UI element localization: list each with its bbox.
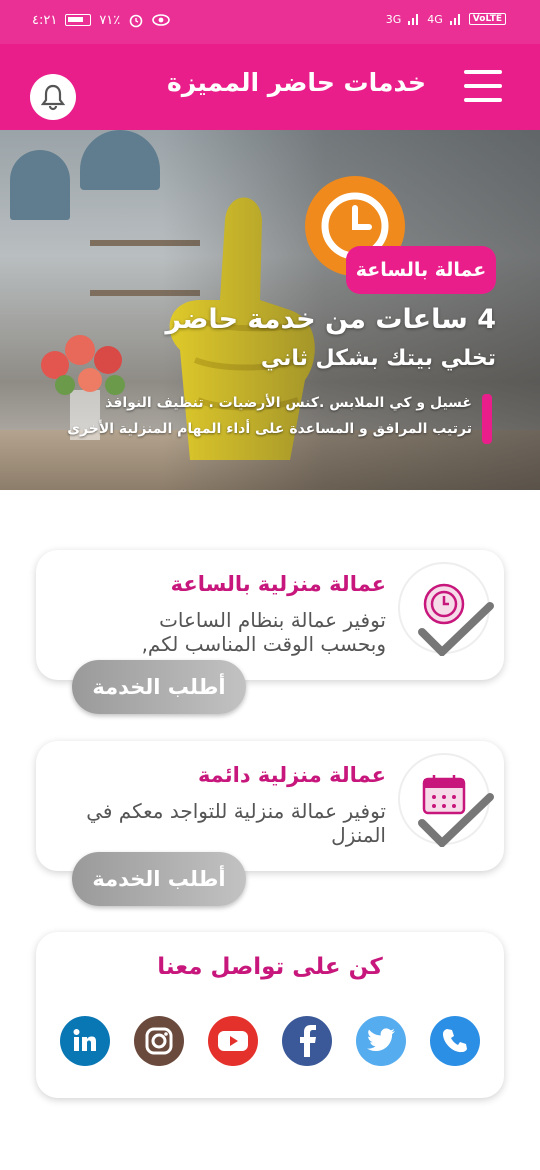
check-icon <box>418 793 494 847</box>
hero-list-line: ترتيب المرافق و المساعدة على أداء المهام… <box>67 421 472 437</box>
battery-percent: ٧١٪ <box>99 12 121 28</box>
app-bar: خدمات حاضر المميزة <box>0 44 540 130</box>
status-left: ٤:٢١ ٧١٪ <box>32 12 171 28</box>
service-description: توفير عمالة منزلية للتواجد معكم في المنز… <box>66 799 386 847</box>
volte-badge: VoLTE <box>468 13 506 25</box>
page-title: خدمات حاضر المميزة <box>167 68 426 97</box>
signal-icon <box>449 14 460 25</box>
hero-subheading: تخلي بيتك بشكل ثاني <box>260 346 496 371</box>
order-service-button[interactable]: أطلب الخدمة <box>72 660 246 714</box>
hamburger-icon-line <box>464 84 502 88</box>
order-service-button[interactable]: أطلب الخدمة <box>72 852 246 906</box>
alarm-icon <box>129 14 143 28</box>
hamburger-icon-line <box>464 98 502 102</box>
network-3g: 3G <box>385 12 402 26</box>
hero-list-line: غسيل و كي الملابس .كنس الأرضيات . تنظيف … <box>105 395 472 411</box>
linkedin-icon[interactable] <box>60 1016 110 1066</box>
service-desc-line: المنزل <box>331 823 386 847</box>
contact-title: كن على تواصل معنا <box>157 954 383 980</box>
service-desc-line: توفير عمالة بنظام الساعات <box>159 608 386 632</box>
instagram-icon[interactable] <box>134 1016 184 1066</box>
phone-icon[interactable] <box>430 1016 480 1066</box>
hamburger-icon-line <box>464 70 502 74</box>
service-title: عمالة منزلية بالساعة <box>170 572 386 596</box>
signal-icon <box>408 14 419 25</box>
youtube-icon[interactable] <box>208 1016 258 1066</box>
check-icon <box>418 602 494 656</box>
hero-accent-bar <box>482 394 492 444</box>
facebook-icon[interactable] <box>282 1016 332 1066</box>
twitter-icon[interactable] <box>356 1016 406 1066</box>
hourly-tag: عمالة بالساعة <box>346 246 496 294</box>
bell-icon <box>40 84 66 111</box>
menu-button[interactable] <box>464 70 502 102</box>
network-4g: 4G <box>427 12 443 26</box>
status-time: ٤:٢١ <box>32 12 58 28</box>
contact-card: كن على تواصل معنا <box>36 932 504 1098</box>
hero-services-list: غسيل و كي الملابس .كنس الأرضيات . تنظيف … <box>67 390 472 442</box>
notifications-button[interactable] <box>30 74 76 120</box>
status-bar: ٤:٢١ ٧١٪ 3G 4G VoLTE <box>0 0 540 44</box>
eye-icon <box>152 14 171 26</box>
status-right: 3G 4G VoLTE <box>386 12 506 26</box>
battery-icon <box>65 14 92 26</box>
service-description: توفير عمالة بنظام الساعات وبحسب الوقت ال… <box>66 608 386 656</box>
service-desc-line: توفير عمالة منزلية للتواجد معكم في <box>86 799 386 823</box>
hero-heading: 4 ساعات من خدمة حاضر <box>165 304 496 335</box>
service-title: عمالة منزلية دائمة <box>197 763 386 787</box>
service-desc-line: وبحسب الوقت المناسب لكم, <box>141 632 386 656</box>
